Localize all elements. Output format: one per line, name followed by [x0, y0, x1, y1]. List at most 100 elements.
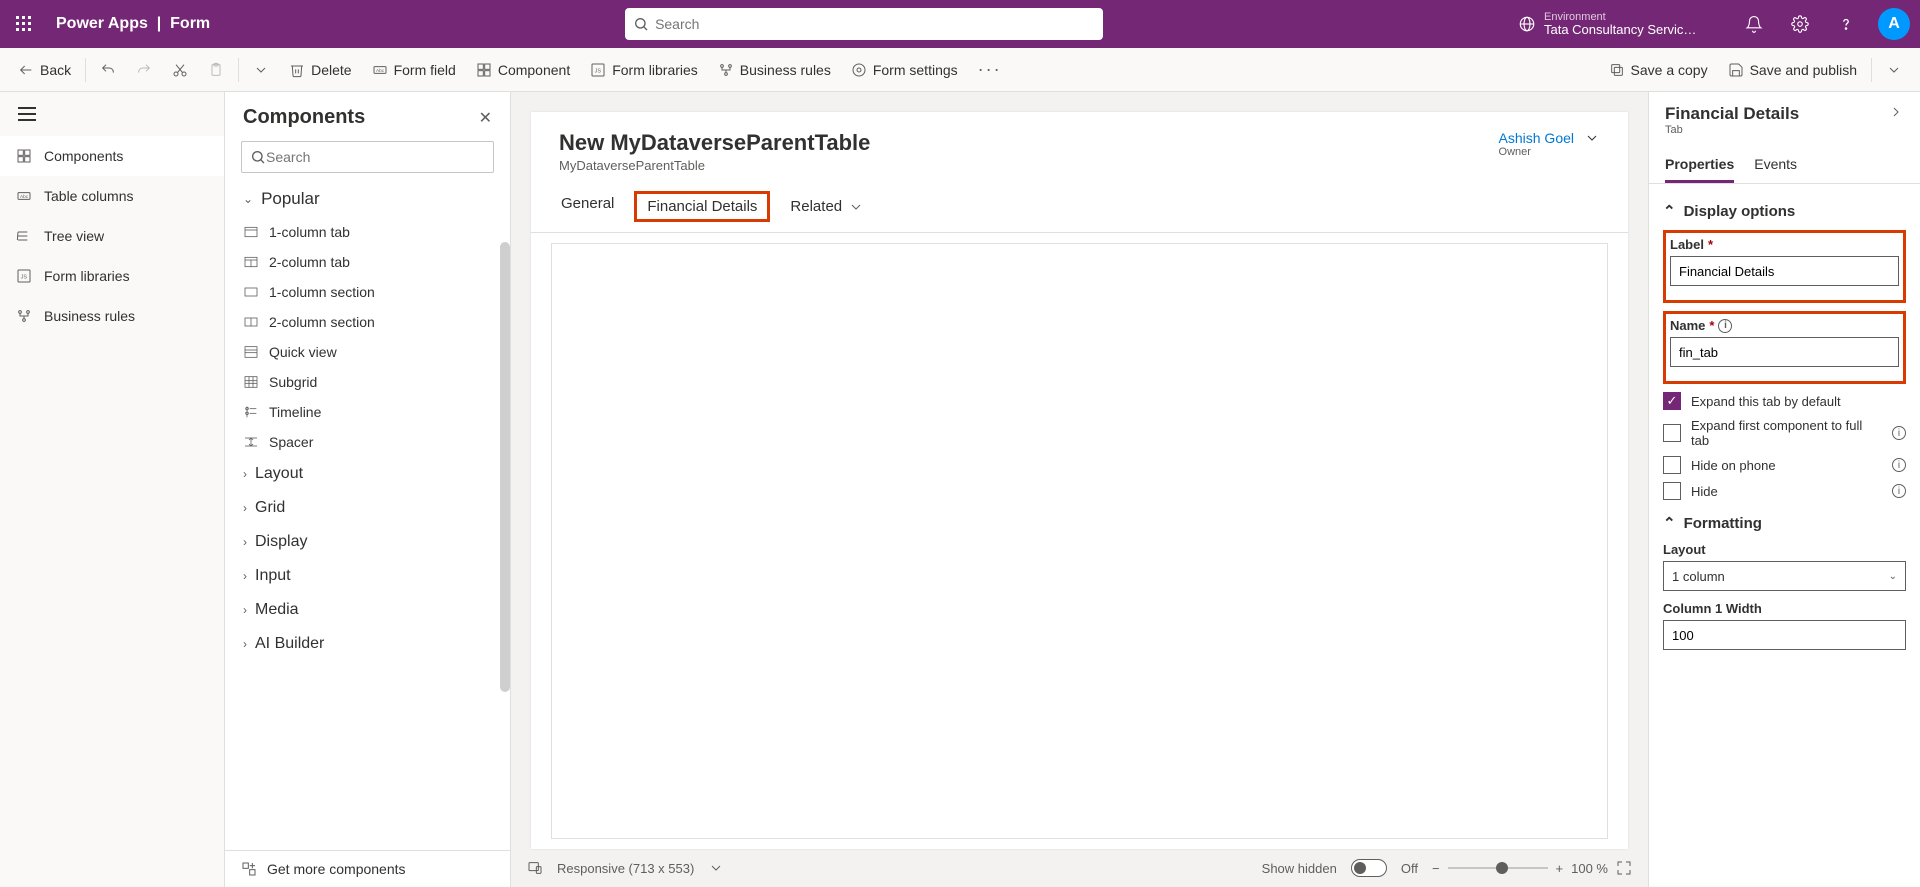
- checkbox-icon: ✓: [1663, 392, 1681, 410]
- events-tab[interactable]: Events: [1754, 148, 1797, 183]
- chevron-down-icon[interactable]: [708, 860, 724, 876]
- form-settings-button[interactable]: Form settings: [841, 52, 968, 88]
- info-icon[interactable]: i: [1892, 426, 1906, 440]
- layout-select[interactable]: 1 column⌄: [1663, 561, 1906, 591]
- properties-tab[interactable]: Properties: [1665, 148, 1734, 183]
- js-icon: JS: [16, 268, 32, 284]
- nav-table-columns[interactable]: AbcTable columns: [0, 176, 224, 216]
- get-more-components[interactable]: Get more components: [225, 850, 510, 887]
- checkbox-icon: [1663, 482, 1681, 500]
- field-icon: Abc: [372, 62, 388, 78]
- redo-button[interactable]: [126, 52, 162, 88]
- info-icon[interactable]: i: [1718, 319, 1732, 333]
- label-field-highlight: Label*: [1663, 230, 1906, 303]
- tab-financial-details[interactable]: Financial Details: [634, 191, 770, 222]
- notifications-button[interactable]: [1734, 0, 1774, 48]
- zoom-out-button[interactable]: −: [1432, 861, 1440, 876]
- properties-type: Tab: [1665, 124, 1799, 136]
- label-input[interactable]: [1670, 256, 1899, 286]
- comp-subgrid[interactable]: Subgrid: [225, 367, 510, 397]
- search-icon: [633, 16, 649, 32]
- checkbox-expand-first[interactable]: Expand first component to full tab i: [1663, 418, 1906, 448]
- business-rules-button[interactable]: Business rules: [708, 52, 841, 88]
- group-grid[interactable]: ›Grid: [225, 491, 510, 525]
- nav-business-rules[interactable]: Business rules: [0, 296, 224, 336]
- undo-button[interactable]: [90, 52, 126, 88]
- group-ai-builder[interactable]: ›AI Builder: [225, 627, 510, 661]
- form-libraries-button[interactable]: JSForm libraries: [580, 52, 708, 88]
- environment-picker[interactable]: Environment Tata Consultancy Servic…: [1518, 11, 1728, 37]
- subgrid-icon: [243, 374, 259, 390]
- back-button[interactable]: Back: [8, 52, 81, 88]
- nav-components[interactable]: Components: [0, 136, 224, 176]
- checkbox-hide-phone[interactable]: Hide on phone i: [1663, 456, 1906, 474]
- nav-toggle[interactable]: [0, 92, 224, 136]
- zoom-slider[interactable]: [1448, 867, 1548, 869]
- form-field-button[interactable]: AbcForm field: [362, 52, 466, 88]
- section-formatting[interactable]: ⌃Formatting: [1663, 514, 1906, 532]
- info-icon[interactable]: i: [1892, 484, 1906, 498]
- help-button[interactable]: [1826, 0, 1866, 48]
- global-search-input[interactable]: [655, 16, 1095, 32]
- bell-icon: [1745, 15, 1763, 33]
- cut-button[interactable]: [162, 52, 198, 88]
- save-copy-button[interactable]: Save a copy: [1599, 52, 1718, 88]
- checkbox-expand-default[interactable]: ✓ Expand this tab by default: [1663, 392, 1906, 410]
- chevron-right-icon[interactable]: [1888, 104, 1904, 120]
- tab-icon: [243, 254, 259, 270]
- owner-picker[interactable]: Ashish Goel: [1499, 130, 1600, 146]
- tab-related[interactable]: Related: [788, 191, 866, 222]
- show-hidden-label: Show hidden: [1262, 861, 1337, 876]
- checkbox-hide[interactable]: Hide i: [1663, 482, 1906, 500]
- close-components-button[interactable]: ✕: [479, 108, 492, 128]
- comp-1col-tab[interactable]: 1-column tab: [225, 217, 510, 247]
- group-input[interactable]: ›Input: [225, 559, 510, 593]
- comp-timeline[interactable]: Timeline: [225, 397, 510, 427]
- zoom-in-button[interactable]: +: [1556, 861, 1564, 876]
- nav-tree-view[interactable]: Tree view: [0, 216, 224, 256]
- user-avatar[interactable]: A: [1878, 8, 1910, 40]
- columns-icon: Abc: [16, 188, 32, 204]
- global-search[interactable]: [625, 8, 1103, 40]
- name-input[interactable]: [1670, 337, 1899, 367]
- col1-width-input[interactable]: [1663, 620, 1906, 650]
- left-navigation: Components AbcTable columns Tree view JS…: [0, 92, 225, 887]
- settings-button[interactable]: [1780, 0, 1820, 48]
- form-body[interactable]: [551, 243, 1608, 839]
- group-layout[interactable]: ›Layout: [225, 457, 510, 491]
- js-icon: JS: [590, 62, 606, 78]
- tab-general[interactable]: General: [559, 191, 616, 222]
- toggle-state: Off: [1401, 861, 1418, 876]
- group-media[interactable]: ›Media: [225, 593, 510, 627]
- section-icon: [243, 284, 259, 300]
- components-search[interactable]: [241, 141, 494, 173]
- comp-spacer[interactable]: Spacer: [225, 427, 510, 457]
- component-button[interactable]: Component: [466, 52, 580, 88]
- components-search-input[interactable]: [266, 149, 485, 165]
- nav-form-libraries[interactable]: JSForm libraries: [0, 256, 224, 296]
- checkbox-icon: [1663, 456, 1681, 474]
- comp-quick-view[interactable]: Quick view: [225, 337, 510, 367]
- scrollbar[interactable]: [500, 242, 510, 692]
- comp-2col-section[interactable]: 2-column section: [225, 307, 510, 337]
- show-hidden-toggle[interactable]: [1351, 859, 1387, 877]
- checkbox-icon: [1663, 424, 1681, 442]
- comp-1col-section[interactable]: 1-column section: [225, 277, 510, 307]
- properties-title: Financial Details: [1665, 104, 1799, 124]
- app-launcher-icon[interactable]: [0, 0, 48, 48]
- overflow-menu[interactable]: ···: [968, 59, 1012, 80]
- fit-icon[interactable]: [1616, 860, 1632, 876]
- save-publish-button[interactable]: Save and publish: [1718, 52, 1867, 88]
- group-popular[interactable]: ⌄Popular: [225, 181, 510, 217]
- gear-icon: [1791, 15, 1809, 33]
- paste-button[interactable]: [198, 52, 234, 88]
- component-icon: [476, 62, 492, 78]
- comp-2col-tab[interactable]: 2-column tab: [225, 247, 510, 277]
- paste-dropdown[interactable]: [243, 52, 279, 88]
- save-dropdown[interactable]: [1876, 52, 1912, 88]
- arrow-left-icon: [18, 62, 34, 78]
- delete-button[interactable]: Delete: [279, 52, 361, 88]
- group-display[interactable]: ›Display: [225, 525, 510, 559]
- section-display-options[interactable]: ⌃Display options: [1663, 202, 1906, 220]
- info-icon[interactable]: i: [1892, 458, 1906, 472]
